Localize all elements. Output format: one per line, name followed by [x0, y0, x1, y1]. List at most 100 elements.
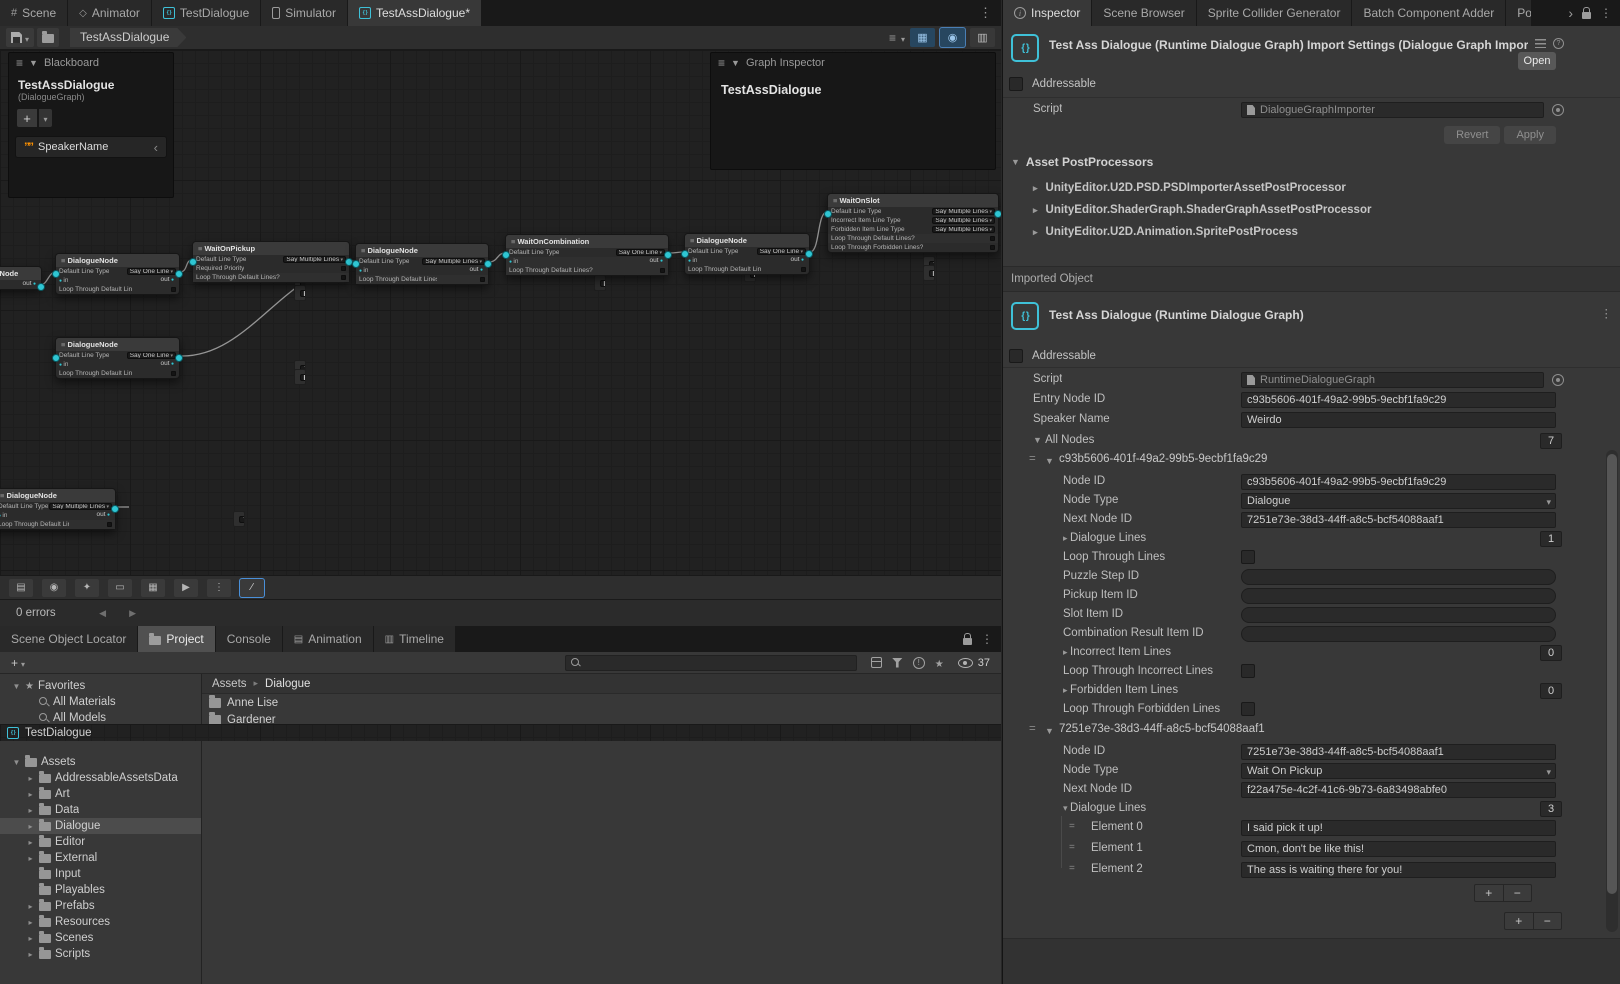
node-row[interactable]: in out	[685, 256, 809, 265]
node-row[interactable]: Loop Through Default Lines?	[56, 369, 179, 378]
remove-element-button[interactable]: −	[1534, 913, 1562, 929]
tree-folder-item[interactable]: ▸ Scripts	[0, 946, 201, 962]
property-value[interactable]: c93b5606-401f-49a2-99b5-9ecbf1fa9c29	[1241, 474, 1556, 490]
inspector-scrollbar[interactable]	[1606, 450, 1618, 932]
help-icon[interactable]	[1553, 38, 1564, 49]
tree-folder-item[interactable]: ▸ Resources	[0, 914, 201, 930]
node-row[interactable]: Default Line Type Say Multiple Lines	[193, 255, 349, 264]
drag-handle-icon[interactable]	[1069, 821, 1075, 832]
property-label[interactable]: Pickup Item ID	[1063, 589, 1138, 601]
property-label[interactable]: Node ID	[1063, 475, 1105, 487]
script-object-field[interactable]: DialogueGraphImporter	[1241, 102, 1544, 118]
add-element-button[interactable]: +	[1505, 913, 1534, 929]
node-row-value[interactable]: out	[21, 281, 38, 288]
node-row-value[interactable]: Mead, good...	[600, 280, 606, 287]
node-row-value[interactable]	[990, 245, 995, 250]
inspector-menu-icon[interactable]: ⋮	[1600, 6, 1612, 20]
node-title[interactable]: WaitOnSlot	[828, 194, 998, 207]
panel-tab[interactable]: Console	[216, 626, 283, 652]
console-icon[interactable]: ▤	[9, 579, 33, 597]
collapse-arrow-icon[interactable]: ▼	[29, 58, 38, 68]
node-row[interactable]: Loop Through Forbidden Lines?	[828, 243, 998, 252]
favorites-filter-icon[interactable]	[935, 656, 944, 670]
inspector-tab[interactable]: Scene Browser	[1092, 0, 1196, 26]
node-row-value[interactable]: Say Multiple Lines	[932, 208, 995, 215]
foldout-arrow-icon[interactable]: ▼	[1045, 456, 1054, 466]
lock-icon[interactable]	[1582, 12, 1591, 19]
hamburger-icon[interactable]	[16, 56, 23, 70]
node-row[interactable]: Loop Through Default Lines?	[193, 273, 349, 282]
property-label[interactable]: Node Type	[1063, 494, 1118, 506]
foldout-arrow-icon[interactable]: ▸	[26, 950, 35, 959]
window-icon[interactable]: ▭	[108, 579, 132, 597]
collapse-arrow-icon[interactable]: ▼	[731, 58, 740, 68]
node-row[interactable]: in out	[56, 276, 179, 285]
foldout-arrow-icon[interactable]: ▸	[26, 934, 35, 943]
property-value[interactable]: 0	[1540, 683, 1562, 699]
editor-tab[interactable]: TestDialogue	[152, 0, 261, 26]
graph-settings-button[interactable]: ▥	[970, 28, 995, 47]
dialogue-node[interactable]: DialogueNode Default Line Type Say One L…	[55, 337, 180, 379]
project-file-list[interactable]: Assets ▸ Dialogue Anne Lise Gardener Tes…	[202, 674, 1001, 984]
tree-folder-item[interactable]: ▸ Data	[0, 802, 201, 818]
save-button[interactable]	[6, 28, 34, 47]
next-error-button[interactable]: ▶	[122, 604, 144, 622]
node-row[interactable]: Incorrect Item Line Type Say Multiple Li…	[828, 216, 998, 225]
tree-folder-item[interactable]: ▸ Playables	[0, 882, 201, 898]
drag-handle-icon[interactable]	[1029, 723, 1036, 735]
node-row[interactable]: Loop Through Default Lines?	[828, 234, 998, 243]
node-row-value[interactable]	[801, 267, 806, 272]
editor-tab[interactable]: Animator	[68, 0, 152, 26]
editor-tab[interactable]: Scene	[0, 0, 68, 26]
node-title[interactable]: DialogueNode	[685, 234, 809, 247]
property-label[interactable]: Forbidden Item Lines	[1063, 684, 1178, 696]
node-row-value[interactable]: out	[789, 257, 806, 264]
node-row-value[interactable]: Say One Line	[616, 249, 665, 256]
node-row[interactable]: Default Line Type Say Multiple Lines	[828, 207, 998, 216]
minimap-toggle-button[interactable]: ◉	[940, 28, 965, 47]
node-row-value[interactable]: Say One Line	[127, 352, 176, 359]
dialogue-node[interactable]: DialogueNode Default Line Type Say Multi…	[355, 243, 489, 285]
wait-on-slot-node[interactable]: WaitOnSlot Default Line Type Say Multipl…	[827, 193, 999, 253]
node-row-value[interactable]	[990, 236, 995, 241]
node-row-value[interactable]	[341, 275, 346, 280]
property-label[interactable]: Dialogue Lines	[1063, 802, 1146, 814]
panel-tab[interactable]: Animation	[283, 626, 374, 652]
node-row[interactable]: in out	[56, 360, 179, 369]
slash-icon[interactable]: ∕	[240, 579, 264, 597]
tree-folder-item[interactable]: ▸ Prefabs	[0, 898, 201, 914]
inspector-tab[interactable]: Inspector	[1003, 0, 1092, 26]
node-row[interactable]: in out	[356, 266, 488, 275]
scrollbar-thumb[interactable]	[1607, 454, 1617, 894]
property-value[interactable]	[1241, 664, 1255, 678]
breadcrumb-root[interactable]: Assets	[212, 678, 247, 690]
node-row[interactable]: in out	[0, 511, 115, 520]
previous-error-button[interactable]: ◀	[92, 604, 114, 622]
node-row-value[interactable]	[171, 287, 176, 292]
breadcrumb[interactable]: TestAssDialogue	[70, 28, 186, 47]
foldout-arrow-icon[interactable]: ▸	[26, 902, 35, 911]
panel-menu-icon[interactable]: ⋮	[981, 632, 993, 646]
property-value[interactable]: 7251e73e-38d3-44ff-a8c5-bcf54088aaf1	[1241, 744, 1556, 760]
property-label[interactable]: Combination Result Item ID	[1063, 627, 1204, 639]
property-label[interactable]: Slot Item ID	[1063, 608, 1123, 620]
node-row-value[interactable]: out	[95, 512, 112, 519]
element-value-field[interactable]: Cmon, don't be like this!	[1241, 841, 1556, 857]
property-label[interactable]: Next Node ID	[1063, 783, 1132, 795]
node-row-value[interactable]: out	[648, 258, 665, 265]
addressable-checkbox[interactable]	[1009, 349, 1023, 363]
node-row[interactable]: Default Dialogue Line Mead, that's it!	[923, 265, 935, 281]
property-value[interactable]	[1241, 588, 1556, 604]
property-label[interactable]: Next Node ID	[1063, 513, 1132, 525]
label-filter-icon[interactable]	[913, 657, 925, 669]
node-row[interactable]: Default Dialogue Line 2 Mead, good...	[594, 275, 606, 291]
property-label[interactable]: Puzzle Step ID	[1063, 570, 1139, 582]
foldout-arrow-icon[interactable]: ▸	[26, 790, 35, 799]
postprocessor-item[interactable]: ▸ UnityEditor.ShaderGraph.ShaderGraphAss…	[1033, 199, 1612, 221]
entry-node-id-field[interactable]: c93b5606-401f-49a2-99b5-9ecbf1fa9c29	[1241, 392, 1556, 408]
property-label[interactable]: Loop Through Incorrect Lines	[1063, 665, 1213, 677]
node-row[interactable]: Default Line Type Say Multiple Lines	[356, 257, 488, 266]
hamburger-icon[interactable]	[718, 56, 725, 70]
node-row[interactable]: Loop Through Default Lines?	[685, 265, 809, 274]
node-row[interactable]: Default Line Type Say One Line	[685, 247, 809, 256]
